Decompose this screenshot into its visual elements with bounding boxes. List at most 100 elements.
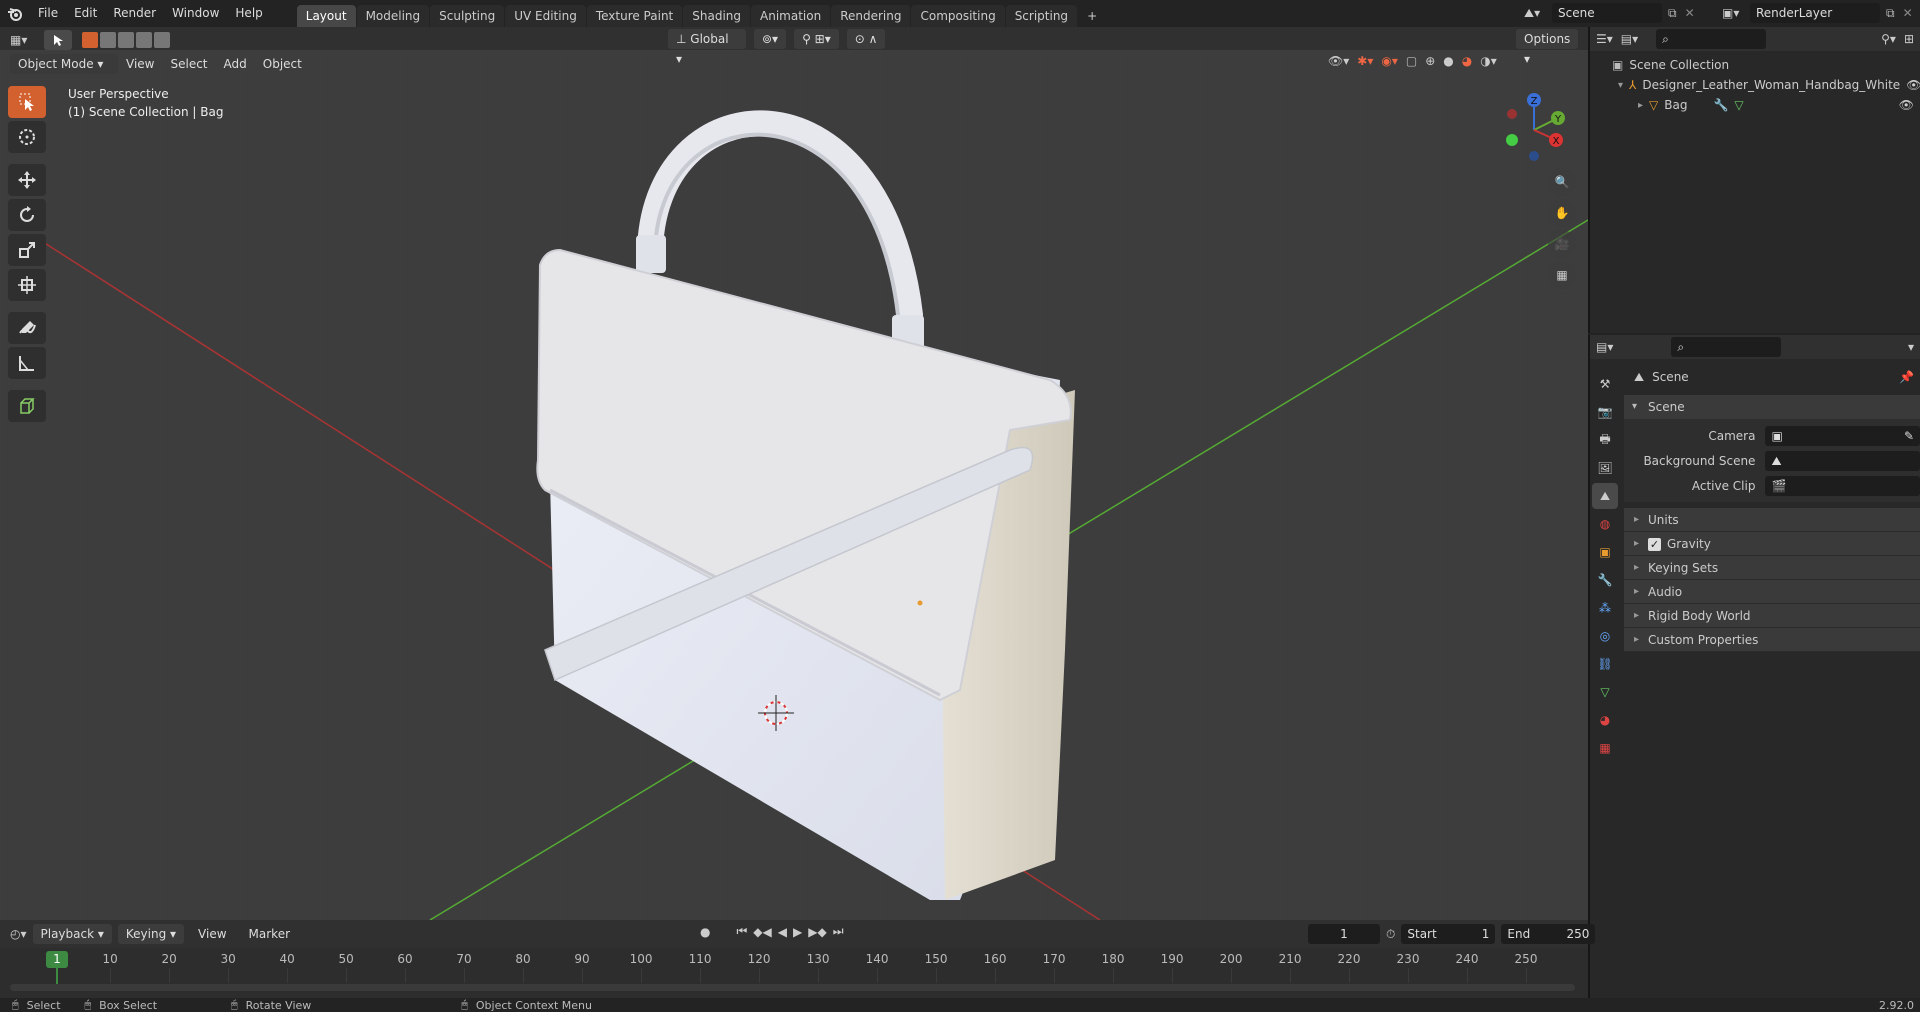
scene-name-field[interactable]: Scene <box>1552 3 1662 23</box>
scene-icon[interactable]: ⛰▾ <box>1524 6 1552 21</box>
units-panel[interactable]: Units <box>1624 508 1920 532</box>
keying-sets-panel[interactable]: Keying Sets <box>1624 556 1920 580</box>
delete-scene-icon[interactable]: ✕ <box>1685 6 1695 20</box>
copy-view-layer-icon[interactable]: ⧉ <box>1886 6 1895 21</box>
delete-view-layer-icon[interactable]: ✕ <box>1903 6 1913 20</box>
options-dropdown[interactable]: Options ▾ <box>1516 29 1578 66</box>
select-subtract-icon[interactable] <box>118 32 134 48</box>
pin-icon[interactable]: 📌 <box>1899 370 1914 384</box>
modifier-tab-icon[interactable]: 🔧 <box>1592 567 1618 593</box>
display-mode-icon[interactable]: ▤▾ <box>1621 32 1638 46</box>
select-extend-icon[interactable] <box>100 32 116 48</box>
audio-panel[interactable]: Audio <box>1624 580 1920 604</box>
menu-view[interactable]: View <box>118 51 162 78</box>
menu-file[interactable]: File <box>30 0 66 27</box>
custom-properties-panel[interactable]: Custom Properties <box>1624 628 1920 652</box>
view-layer-tab-icon[interactable]: 🖼 <box>1592 455 1618 481</box>
ortho-grid-icon[interactable]: ▦ <box>1548 261 1576 289</box>
menu-window[interactable]: Window <box>164 0 227 27</box>
tool-scale[interactable] <box>8 234 46 266</box>
scene-panel-header[interactable]: ▾ Scene <box>1624 395 1920 419</box>
tool-transform[interactable] <box>8 269 46 301</box>
outliner-item-bag[interactable]: ▸ ▽ Bag 🔧 ▽ 👁 <box>1590 95 1920 115</box>
zoom-icon[interactable]: 🔍 <box>1548 168 1576 196</box>
view-layer-field[interactable]: RenderLayer <box>1750 3 1880 23</box>
output-tab-icon[interactable]: 🖶 <box>1592 427 1618 453</box>
expand-arrow-icon[interactable]: ▾ <box>1618 80 1623 91</box>
render-tab-icon[interactable]: 📷 <box>1592 399 1618 425</box>
data-tab-icon[interactable]: ▽ <box>1592 679 1618 705</box>
outliner-scene-collection[interactable]: ▣ Scene Collection <box>1590 55 1920 75</box>
outliner-item-handbag[interactable]: ▾ ⅄ Designer_Leather_Woman_Handbag_White… <box>1590 75 1920 95</box>
tab-scripting[interactable]: Scripting <box>1005 5 1078 27</box>
copy-scene-icon[interactable]: ⧉ <box>1668 6 1677 21</box>
xray-icon[interactable]: ▢ <box>1406 54 1417 68</box>
view-layer-icon[interactable]: ▣▾ <box>1722 6 1750 20</box>
tool-measure[interactable] <box>8 347 46 379</box>
menu-help[interactable]: Help <box>227 0 270 27</box>
expand-arrow-icon[interactable]: ▸ <box>1638 100 1643 111</box>
menu-edit[interactable]: Edit <box>66 0 105 27</box>
3d-viewport[interactable]: User Perspective (1) Scene Collection | … <box>0 50 1588 920</box>
menu-add[interactable]: Add <box>216 51 255 78</box>
properties-editor-icon[interactable]: ▤▾ <box>1596 340 1613 354</box>
tab-uv-editing[interactable]: UV Editing <box>505 5 586 27</box>
menu-select[interactable]: Select <box>162 51 215 78</box>
texture-tab-icon[interactable]: ▦ <box>1592 735 1618 761</box>
constraints-tab-icon[interactable]: ⛓ <box>1592 651 1618 677</box>
tool-select-box[interactable] <box>8 86 46 118</box>
blender-logo-icon[interactable] <box>0 0 30 27</box>
tool-move[interactable] <box>8 164 46 196</box>
camera-view-icon[interactable]: 🎥 <box>1548 230 1576 258</box>
object-mode-dropdown[interactable]: Object Mode ▾ <box>10 54 118 74</box>
scene-tab-icon[interactable]: ⛰ <box>1592 483 1618 509</box>
tab-rendering[interactable]: Rendering <box>831 5 911 27</box>
material-shading-icon[interactable]: ◕ <box>1462 54 1472 68</box>
world-tab-icon[interactable]: ◍ <box>1592 511 1618 537</box>
gizmo-toggle-icon[interactable]: ✱▾ <box>1357 54 1373 68</box>
filter-icon[interactable]: ⚲▾ <box>1881 32 1896 46</box>
rigid-body-world-panel[interactable]: Rigid Body World <box>1624 604 1920 628</box>
pan-hand-icon[interactable]: ✋ <box>1548 199 1576 227</box>
navigation-gizmo[interactable]: Z Y X <box>1498 90 1570 170</box>
tab-compositing[interactable]: Compositing <box>911 5 1005 27</box>
pivot-point-dropdown[interactable]: ⊚▾ <box>754 29 787 49</box>
handbag-visibility-icon[interactable]: 👁 <box>1906 78 1920 92</box>
menu-render[interactable]: Render <box>105 0 164 27</box>
physics-tab-icon[interactable]: ◎ <box>1592 623 1618 649</box>
properties-search-input[interactable]: ⌕ <box>1671 337 1782 357</box>
add-workspace-button[interactable]: + <box>1078 5 1106 27</box>
bag-visibility-icon[interactable]: 👁 <box>1899 98 1914 112</box>
select-tool-icon[interactable] <box>44 30 72 50</box>
background-scene-field[interactable]: ⛰ <box>1765 450 1920 471</box>
select-intersect-icon[interactable] <box>154 32 170 48</box>
select-invert-icon[interactable] <box>136 32 152 48</box>
tool-add-cube[interactable] <box>8 390 46 422</box>
eyedropper-icon[interactable]: ✎ <box>1904 426 1914 446</box>
editor-type-icon[interactable]: ▦▾ <box>10 33 40 47</box>
tab-animation[interactable]: Animation <box>751 5 831 27</box>
solid-shading-icon[interactable]: ● <box>1443 54 1453 68</box>
active-clip-field[interactable]: 🎬 <box>1765 475 1920 496</box>
rendered-shading-icon[interactable]: ◑▾ <box>1480 54 1497 68</box>
outliner-search-input[interactable]: ⌕ <box>1656 29 1767 49</box>
select-new-icon[interactable] <box>82 32 98 48</box>
particles-tab-icon[interactable]: ⁂ <box>1592 595 1618 621</box>
properties-options-icon[interactable]: ▾ <box>1908 340 1914 354</box>
snap-toggle[interactable]: ⚲ ⊞▾ <box>794 29 839 49</box>
gravity-panel[interactable]: ✓ Gravity <box>1624 532 1920 556</box>
tool-tab-icon[interactable]: ⚒ <box>1592 371 1618 397</box>
object-tab-icon[interactable]: ▣ <box>1592 539 1618 565</box>
tool-rotate[interactable] <box>8 199 46 231</box>
outliner-editor-icon[interactable]: ☰▾ <box>1596 32 1613 46</box>
tool-annotate[interactable] <box>8 312 46 344</box>
tool-cursor[interactable] <box>8 121 46 153</box>
tab-texture-paint[interactable]: Texture Paint <box>586 5 683 27</box>
timeline-scrollbar[interactable] <box>10 984 1575 991</box>
menu-object[interactable]: Object <box>255 51 310 78</box>
tab-sculpting[interactable]: Sculpting <box>430 5 505 27</box>
camera-field[interactable]: ▣ ✎ <box>1765 425 1920 446</box>
tab-modeling[interactable]: Modeling <box>356 5 430 27</box>
transform-orientation-dropdown[interactable]: ⊥ Global ▾ <box>668 29 746 66</box>
wireframe-shading-icon[interactable]: ⊕ <box>1425 54 1435 68</box>
